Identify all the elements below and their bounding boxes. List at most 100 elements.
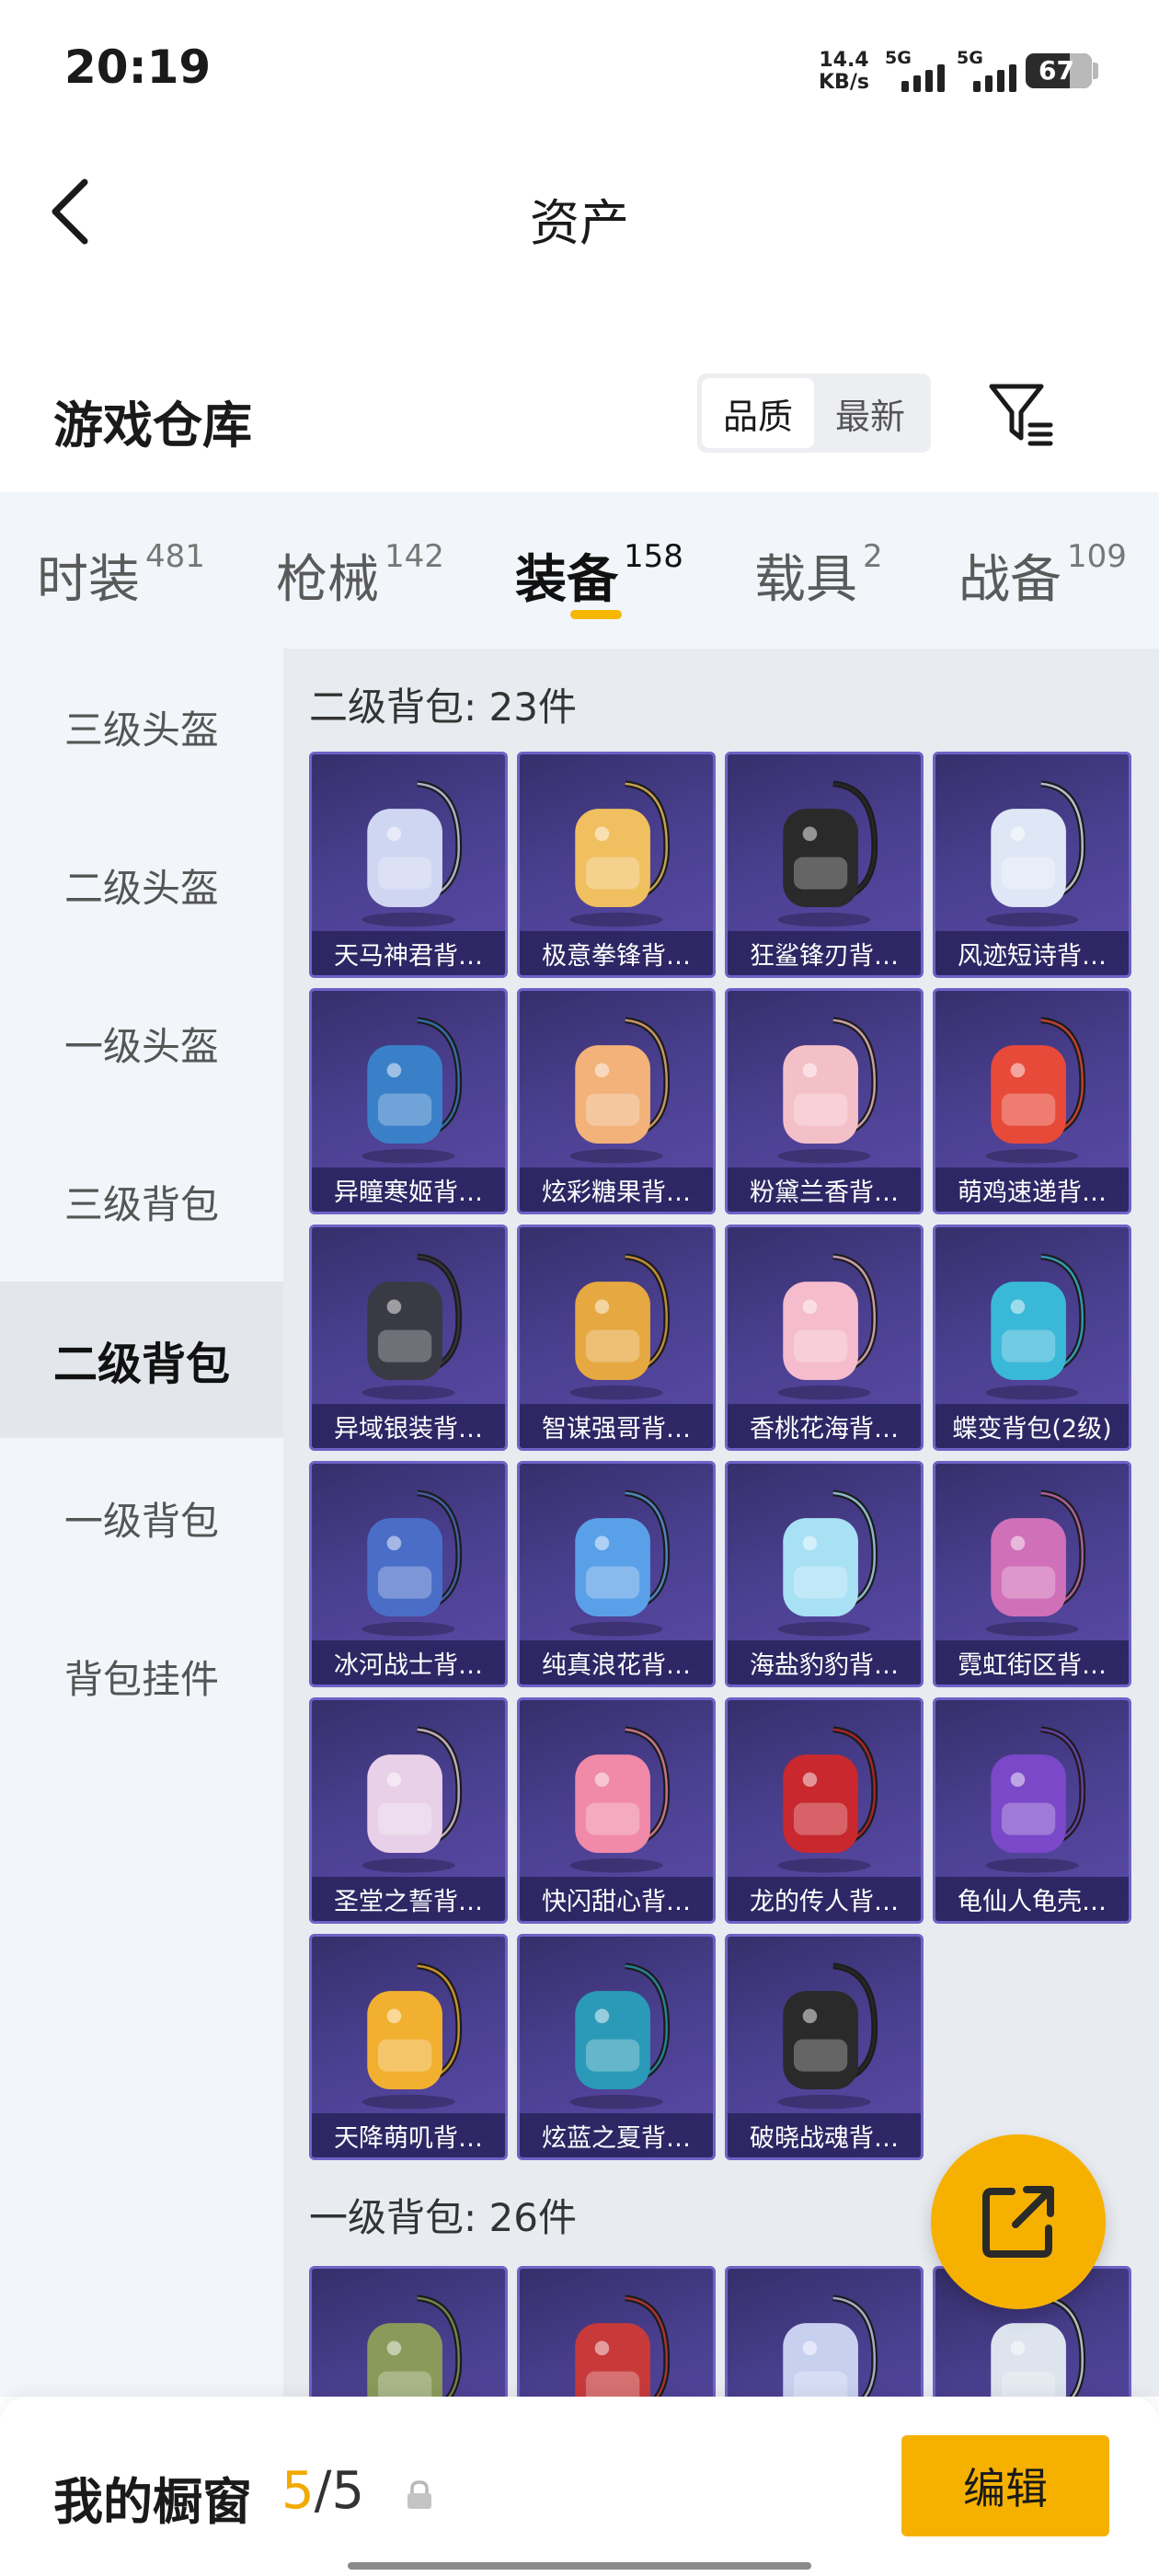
item-name: 龟仙人龟壳…	[935, 1877, 1129, 1921]
backpack-item[interactable]: 异域银装背…	[309, 1225, 508, 1451]
edit-button[interactable]: 编辑	[901, 2435, 1109, 2536]
share-button[interactable]	[931, 2134, 1106, 2309]
backpack-item[interactable]: 智谋强哥背…	[517, 1225, 716, 1451]
tab-equipment[interactable]: 装备 158	[515, 538, 683, 613]
tab-vehicles[interactable]: 载具 2	[754, 538, 883, 613]
backpack-icon	[569, 780, 671, 927]
tab-weapons[interactable]: 枪械 142	[276, 538, 444, 613]
backpack-item[interactable]: 快闪甜心背…	[517, 1697, 716, 1924]
sort-option-quality[interactable]: 品质	[702, 378, 814, 448]
backpack-icon	[569, 1726, 671, 1873]
backpack-item[interactable]: 粉黛兰香背…	[725, 988, 924, 1214]
backpack-icon	[361, 1962, 463, 2110]
backpack-icon	[569, 1962, 671, 2110]
backpack-item[interactable]: 香桃花海背…	[725, 1225, 924, 1451]
left-nav: 三级头盔 二级头盔 一级头盔 三级背包 二级背包 一级背包 背包挂件	[0, 649, 283, 2397]
backpack-icon	[777, 780, 878, 927]
backpack-item[interactable]: 风迹短诗背…	[933, 752, 1131, 978]
backpack-item[interactable]: 纯真浪花背…	[517, 1461, 716, 1687]
backpack-icon	[361, 1489, 463, 1637]
backpack-item[interactable]: 龙的传人背…	[725, 1697, 924, 1924]
item-name: 霓虹街区背…	[935, 1640, 1129, 1685]
item-name: 异瞳寒姬背…	[312, 1167, 505, 1212]
backpack-item[interactable]	[725, 2266, 924, 2397]
item-name: 龙的传人背…	[728, 1877, 921, 1921]
share-icon	[982, 2186, 1054, 2258]
backpack-icon	[361, 1253, 463, 1400]
page-title: 资产	[530, 194, 629, 252]
backpack-icon	[367, 2294, 463, 2397]
backpack-item[interactable]: 异瞳寒姬背…	[309, 988, 508, 1214]
filter-button[interactable]	[984, 377, 1058, 451]
backpack-item[interactable]: 萌鸡速递背…	[933, 988, 1131, 1214]
backpack-item[interactable]: 破晓战魂背…	[725, 1934, 924, 2160]
home-indicator	[348, 2562, 811, 2570]
sort-option-newest[interactable]: 最新	[814, 378, 926, 448]
tab-fashion[interactable]: 时装 481	[37, 538, 205, 613]
item-name: 天马神君背…	[312, 931, 505, 975]
header: 资产	[0, 138, 1159, 285]
category-tabs: 时装 481 枪械 142 装备 158 载具 2 战备 109	[0, 492, 1159, 649]
nav-item-level1-helmet[interactable]: 一级头盔	[0, 965, 283, 1121]
item-name: 粉黛兰香背…	[728, 1167, 921, 1212]
backpack-item[interactable]: 龟仙人龟壳…	[933, 1697, 1131, 1924]
backpack-item[interactable]: 炫彩糖果背…	[517, 988, 716, 1214]
backpack-item[interactable]: 天降萌叽背…	[309, 1934, 508, 2160]
backpack-item[interactable]: 极意拳锋背…	[517, 752, 716, 978]
backpack-item[interactable]: 霓虹街区背…	[933, 1461, 1131, 1687]
backpack-item[interactable]: 冰河战士背…	[309, 1461, 508, 1687]
tab-combat-gear[interactable]: 战备 109	[958, 538, 1127, 613]
sort-toggle: 品质 最新	[697, 374, 931, 453]
battery-icon: 67	[1026, 53, 1092, 88]
backpack-icon	[575, 2294, 671, 2397]
backpack-item[interactable]: 天马神君背…	[309, 752, 508, 978]
nav-item-level2-backpack[interactable]: 二级背包	[0, 1282, 283, 1438]
backpack-icon	[777, 1962, 878, 2110]
nav-item-level2-helmet[interactable]: 二级头盔	[0, 807, 283, 963]
status-time: 20:19	[64, 40, 212, 94]
item-name: 海盐豹豹背…	[728, 1640, 921, 1685]
filter-icon	[989, 384, 1053, 446]
backpack-icon	[777, 1017, 878, 1164]
nav-item-backpack-charm[interactable]: 背包挂件	[0, 1598, 283, 1754]
bottom-bar: 我的橱窗 5/5 编辑	[0, 2397, 1159, 2576]
item-name: 风迹短诗背…	[935, 931, 1129, 975]
item-name: 天降萌叽背…	[312, 2113, 505, 2157]
section-title-level2-backpack: 二级背包: 23件	[309, 684, 577, 730]
item-name: 极意拳锋背…	[520, 931, 713, 975]
backpack-icon	[361, 1017, 463, 1164]
backpack-icon	[985, 1253, 1086, 1400]
nav-item-level3-backpack[interactable]: 三级背包	[0, 1123, 283, 1280]
item-name: 萌鸡速递背…	[935, 1167, 1129, 1212]
item-name: 蝶变背包(2级)	[935, 1404, 1129, 1448]
backpack-icon	[777, 1489, 878, 1637]
showcase-label: 我的橱窗	[53, 2473, 252, 2531]
backpack-icon	[985, 1017, 1086, 1164]
item-name: 狂鲨锋刃背…	[728, 931, 921, 975]
warehouse-title: 游戏仓库	[53, 397, 252, 454]
item-name: 冰河战士背…	[312, 1640, 505, 1685]
showcase-count: 5/5	[281, 2461, 365, 2521]
battery-tip	[1093, 63, 1098, 79]
item-name: 纯真浪花背…	[520, 1640, 713, 1685]
backpack-icon	[569, 1253, 671, 1400]
network-speed: 14.4 KB/s	[819, 49, 869, 94]
nav-item-level3-helmet[interactable]: 三级头盔	[0, 649, 283, 805]
backpack-icon	[569, 1489, 671, 1637]
backpack-item[interactable]	[309, 2266, 508, 2397]
lock-icon	[405, 2479, 434, 2511]
nav-item-level1-backpack[interactable]: 一级背包	[0, 1440, 283, 1596]
signal-2-icon: 5G	[957, 48, 1021, 92]
backpack-item[interactable]: 圣堂之誓背…	[309, 1697, 508, 1924]
backpack-icon	[361, 780, 463, 927]
signal-1-icon: 5G	[885, 48, 949, 92]
status-bar: 20:19 14.4 KB/s 5G 5G 67	[0, 0, 1159, 138]
backpack-item[interactable]: 海盐豹豹背…	[725, 1461, 924, 1687]
backpack-item[interactable]: 炫蓝之夏背…	[517, 1934, 716, 2160]
backpack-item[interactable]	[517, 2266, 716, 2397]
backpack-item[interactable]: 蝶变背包(2级)	[933, 1225, 1131, 1451]
backpack-item[interactable]: 狂鲨锋刃背…	[725, 752, 924, 978]
backpack-icon	[985, 780, 1086, 927]
item-name: 炫彩糖果背…	[520, 1167, 713, 1212]
backpack-icon	[985, 1726, 1086, 1873]
